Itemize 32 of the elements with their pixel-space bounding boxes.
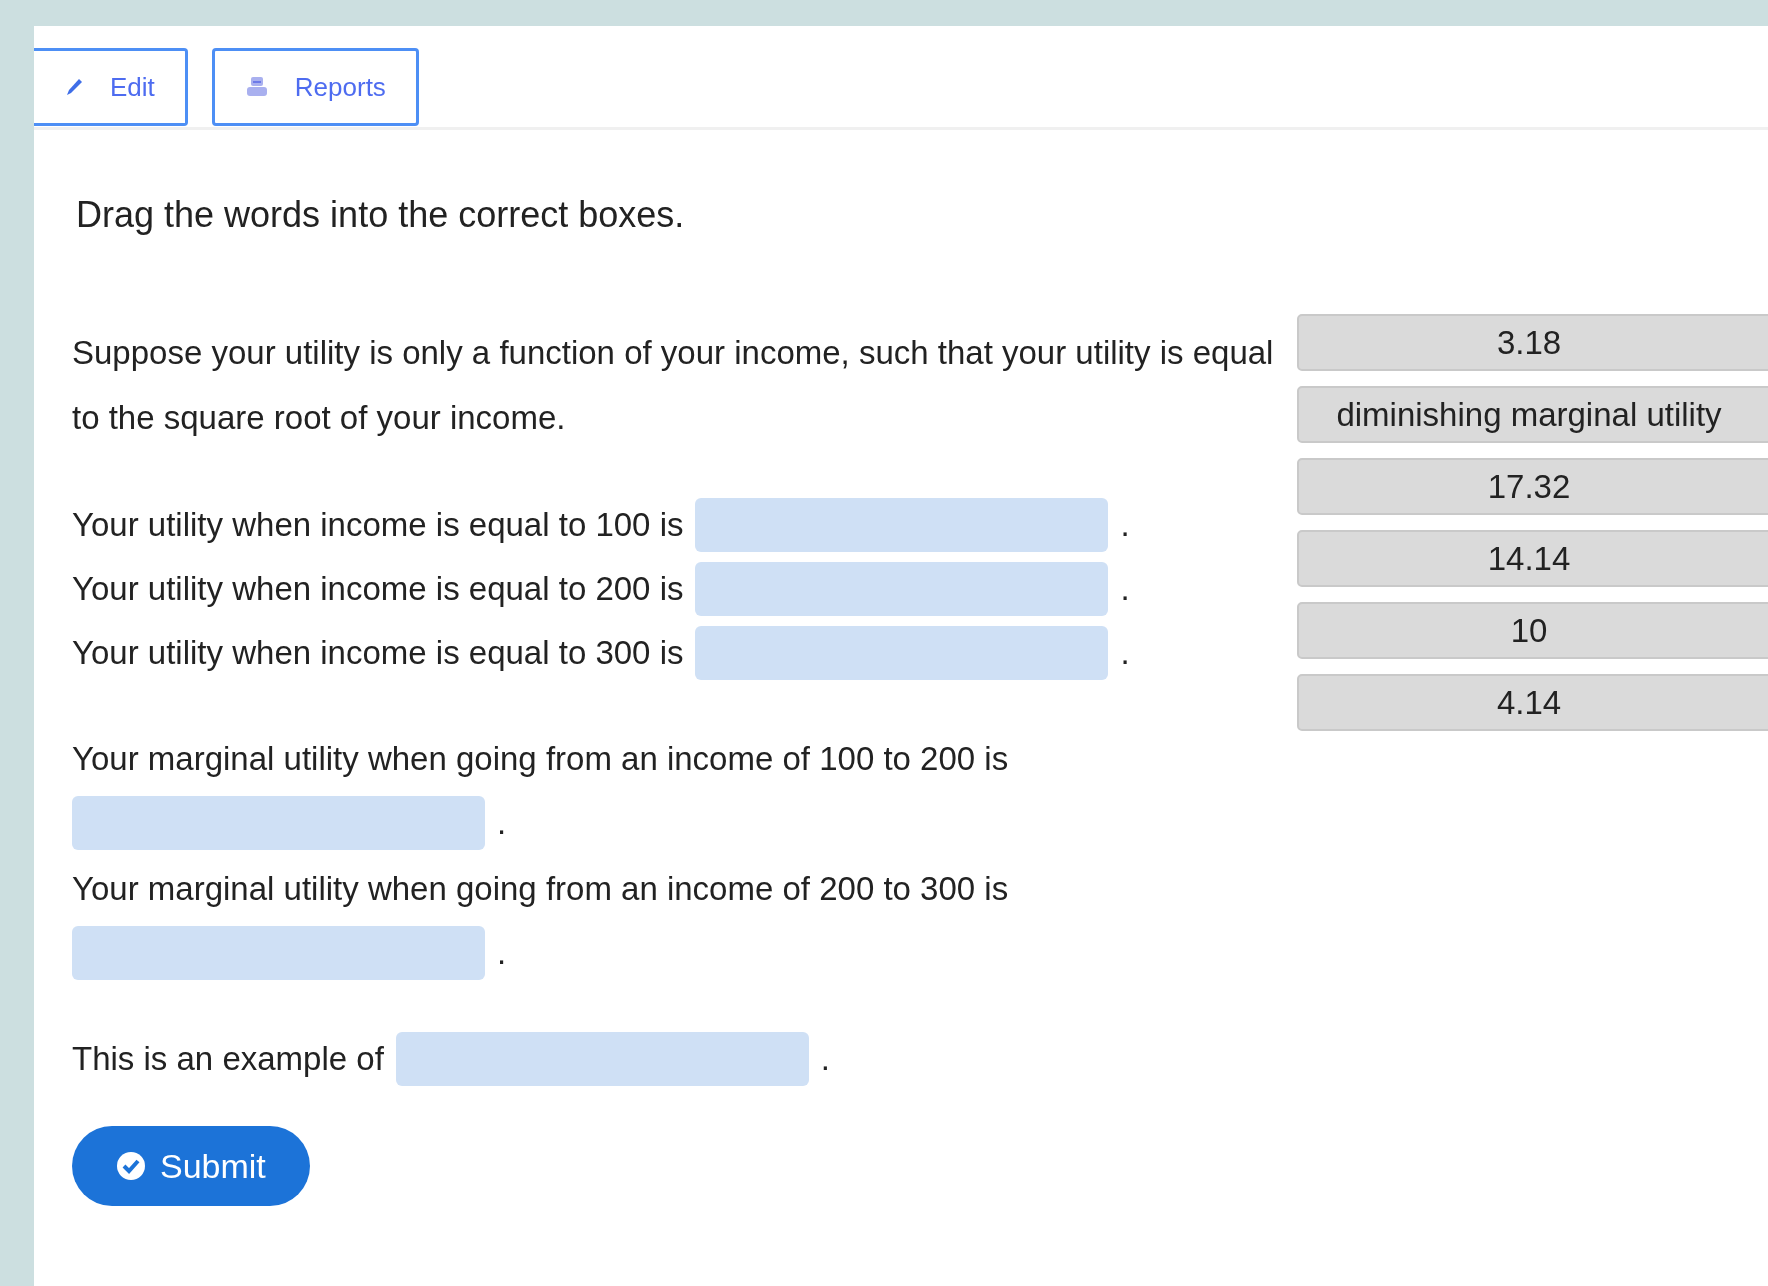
period-text: . xyxy=(820,1039,830,1079)
word-tile[interactable]: 3.18 xyxy=(1297,314,1768,371)
period-text: . xyxy=(1120,505,1130,545)
reports-button[interactable]: Reports xyxy=(211,48,419,126)
drop-box[interactable] xyxy=(395,1032,809,1086)
word-tile[interactable]: 10 xyxy=(1297,602,1768,659)
drop-box[interactable] xyxy=(695,562,1109,616)
period-text: . xyxy=(1120,569,1130,609)
instruction-text: Drag the words into the correct boxes. xyxy=(76,194,686,237)
period-text: . xyxy=(1120,633,1130,673)
period-text: . xyxy=(497,803,507,843)
sentence-text: Your utility when income is equal to 100 is xyxy=(72,505,684,545)
sentence-text: This is an example of xyxy=(72,1039,384,1079)
sentence-text: Your utility when income is equal to 200 is xyxy=(72,569,684,609)
check-circle-icon xyxy=(116,1151,146,1181)
word-tile[interactable]: 4.14 xyxy=(1297,674,1768,731)
word-tile[interactable]: diminishing marginal utility xyxy=(1297,386,1768,443)
pencil-icon xyxy=(64,76,84,98)
question-text: Suppose your utility is only a function of your income, such that your utility is equal to the square root of your income. xyxy=(72,333,1275,438)
edit-button[interactable]: Edit xyxy=(34,48,188,126)
word-tile[interactable]: 14.14 xyxy=(1297,530,1768,587)
sentence-text: Your marginal utility when going from an income of 200 to 300 is xyxy=(72,869,1009,909)
drop-box[interactable] xyxy=(72,926,485,980)
sentence-text: Your marginal utility when going from an income of 100 to 200 is xyxy=(72,739,1009,779)
sentence-text: Your utility when income is equal to 300 is xyxy=(72,633,684,673)
drop-box[interactable] xyxy=(695,626,1109,680)
submit-button[interactable]: Submit xyxy=(72,1126,310,1206)
printer-icon xyxy=(244,75,269,99)
period-text: . xyxy=(497,933,507,973)
drop-box[interactable] xyxy=(695,498,1109,552)
word-tile[interactable]: 17.32 xyxy=(1297,458,1768,515)
drop-box[interactable] xyxy=(72,796,485,850)
